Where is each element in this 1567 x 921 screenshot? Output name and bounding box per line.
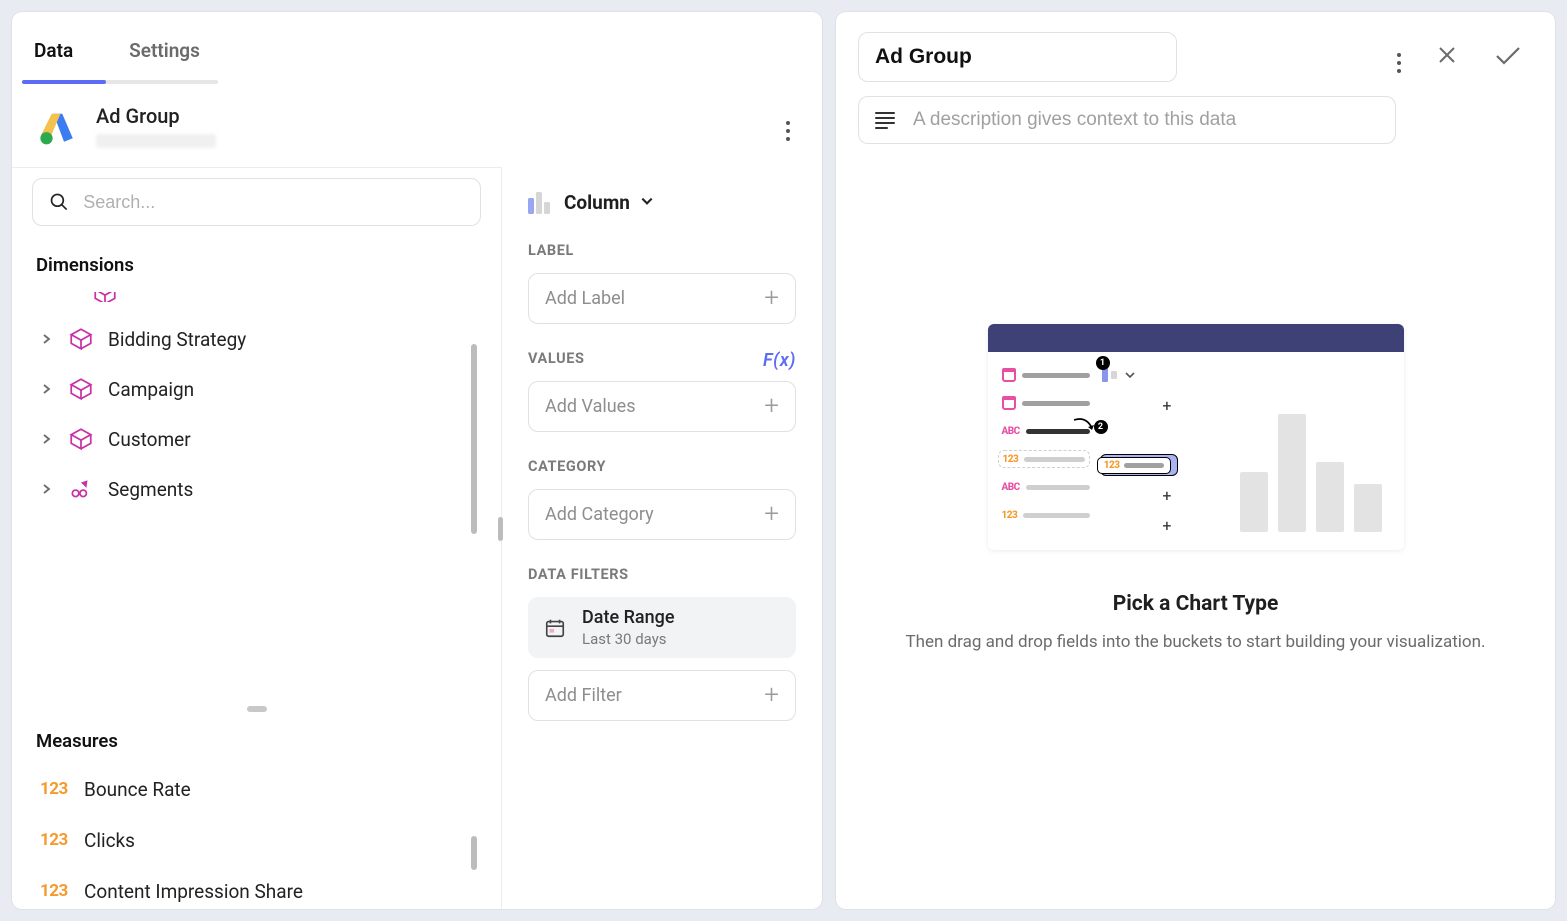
data-source-title: Ad Group xyxy=(96,104,216,128)
google-ads-icon xyxy=(36,105,78,147)
dimension-label: Segments xyxy=(108,478,193,501)
chart-description-input[interactable] xyxy=(858,96,1396,144)
number-type-icon: 123 xyxy=(40,779,68,799)
chevron-right-icon xyxy=(40,482,54,496)
dimension-label: Customer xyxy=(108,428,191,451)
column-chart-icon xyxy=(528,192,550,214)
measures-heading: Measures xyxy=(12,716,501,760)
measures-list: 123 Bounce Rate 123 Clicks 123 Content I… xyxy=(12,760,501,910)
confirm-button[interactable] xyxy=(1493,43,1523,71)
dimension-row[interactable]: Segments xyxy=(36,464,489,514)
measure-row[interactable]: 123 Content Impression Share xyxy=(36,866,489,910)
dimension-label: Campaign xyxy=(108,378,194,401)
dimensions-heading: Dimensions xyxy=(12,232,501,284)
data-source-header: Ad Group xyxy=(12,84,822,167)
measure-label: Clicks xyxy=(84,829,135,852)
close-button[interactable] xyxy=(1435,43,1459,71)
empty-state: ABC 2 123 ABC 123 xyxy=(858,144,1533,909)
category-dropzone[interactable]: Add Category + xyxy=(528,489,796,540)
dropzone-placeholder: Add Filter xyxy=(545,685,622,706)
measure-label: Bounce Rate xyxy=(84,778,191,801)
values-dropzone[interactable]: Add Values + xyxy=(528,381,796,432)
panel-more-button[interactable] xyxy=(1397,42,1401,73)
config-section-values: VALUES F(x) xyxy=(528,350,796,367)
visualization-panel: ABC 2 123 ABC 123 xyxy=(836,12,1555,909)
pane-resize-handle[interactable] xyxy=(247,706,267,712)
close-icon xyxy=(1435,43,1459,67)
tab-data[interactable]: Data xyxy=(34,33,73,62)
dimension-row[interactable]: Campaign xyxy=(36,364,489,414)
field-search[interactable] xyxy=(32,178,481,226)
field-search-input[interactable] xyxy=(83,192,464,213)
dimension-row[interactable]: Customer xyxy=(36,414,489,464)
segments-icon xyxy=(68,476,94,502)
cube-icon xyxy=(68,426,94,452)
plus-icon: + xyxy=(764,507,779,523)
dropzone-placeholder: Add Values xyxy=(545,396,636,417)
cube-icon xyxy=(92,292,118,302)
empty-state-subtitle: Then drag and drop fields into the bucke… xyxy=(905,632,1485,652)
add-filter-dropzone[interactable]: Add Filter + xyxy=(528,670,796,721)
chevron-right-icon xyxy=(40,382,54,396)
dropzone-placeholder: Add Label xyxy=(545,288,625,309)
measures-scrollbar-thumb[interactable] xyxy=(471,836,477,870)
chevron-right-icon xyxy=(40,432,54,446)
plus-icon: + xyxy=(764,291,779,307)
config-section-data-filters: DATA FILTERS xyxy=(528,566,796,583)
measure-row[interactable]: 123 Bounce Rate xyxy=(36,764,489,815)
field-picker: Dimensions xyxy=(12,167,502,909)
measure-row[interactable]: 123 Clicks xyxy=(36,815,489,866)
config-section-category: CATEGORY xyxy=(528,458,796,475)
search-icon xyxy=(49,191,69,213)
cube-icon xyxy=(68,376,94,402)
dimension-label: Bidding Strategy xyxy=(108,328,246,351)
kebab-icon xyxy=(1397,53,1401,73)
chart-title-input[interactable] xyxy=(858,32,1177,82)
data-source-more-button[interactable] xyxy=(778,102,798,149)
date-range-filter[interactable]: Date Range Last 30 days xyxy=(528,597,796,658)
tab-settings[interactable]: Settings xyxy=(129,33,200,62)
plus-icon: + xyxy=(764,688,779,704)
filter-subtitle: Last 30 days xyxy=(582,630,674,648)
chevron-down-icon xyxy=(640,193,654,212)
chart-type-selector[interactable]: Column xyxy=(528,185,796,236)
number-type-icon: 123 xyxy=(40,830,68,850)
config-scrollbar-thumb[interactable] xyxy=(498,517,503,541)
config-section-label: LABEL xyxy=(528,242,796,259)
dimension-row-partial xyxy=(92,288,489,306)
chart-config: Column LABEL Add Label + VALUES F(x) Add… xyxy=(502,167,822,909)
measure-label: Content Impression Share xyxy=(84,880,303,903)
empty-state-graphic: ABC 2 123 ABC 123 xyxy=(988,324,1404,550)
chart-description-field[interactable] xyxy=(913,109,1379,131)
label-dropzone[interactable]: Add Label + xyxy=(528,273,796,324)
dimensions-list: Bidding Strategy Campaign xyxy=(12,284,501,522)
calendar-icon xyxy=(544,617,566,639)
left-tabs: Data Settings xyxy=(12,12,822,84)
paragraph-icon xyxy=(875,112,895,129)
dimension-row[interactable]: Bidding Strategy xyxy=(36,314,489,364)
check-icon xyxy=(1493,43,1523,67)
fx-button[interactable]: F(x) xyxy=(763,350,796,371)
data-config-panel: Data Settings Ad Group xyxy=(12,12,822,909)
number-type-icon: 123 xyxy=(40,881,68,901)
chart-type-label: Column xyxy=(564,191,630,214)
kebab-icon xyxy=(786,121,790,141)
empty-state-title: Pick a Chart Type xyxy=(1113,592,1279,616)
plus-icon: + xyxy=(764,399,779,415)
dropzone-placeholder: Add Category xyxy=(545,504,654,525)
filter-title: Date Range xyxy=(582,607,674,628)
cube-icon xyxy=(68,326,94,352)
chevron-right-icon xyxy=(40,332,54,346)
tab-underline xyxy=(22,80,218,84)
dimensions-scrollbar-thumb[interactable] xyxy=(471,344,477,534)
data-source-subtitle-redacted xyxy=(96,134,216,148)
